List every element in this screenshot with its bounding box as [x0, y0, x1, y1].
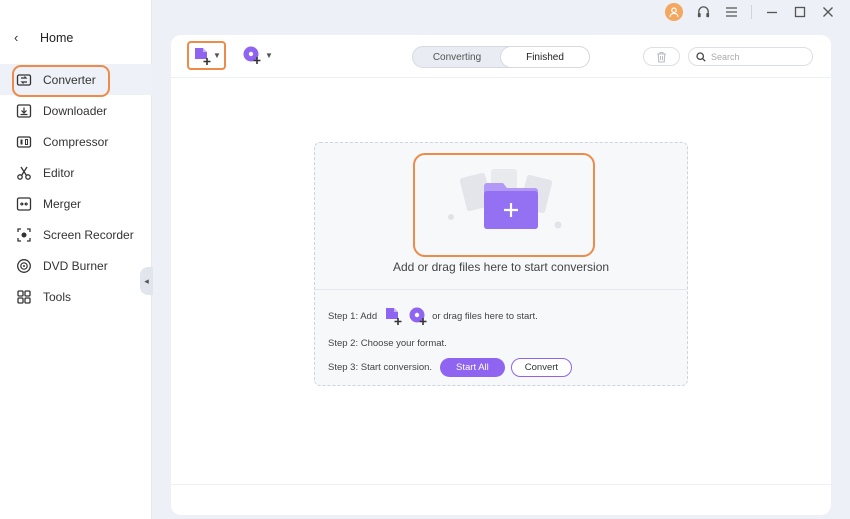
add-file-icon[interactable]	[383, 306, 403, 326]
screen-record-icon	[17, 227, 31, 242]
trash-icon	[657, 51, 666, 63]
start-all-button[interactable]: Start All	[440, 357, 505, 377]
tab-converting[interactable]: Converting	[413, 47, 501, 67]
tab-finished[interactable]: Finished	[501, 47, 589, 67]
home-link[interactable]: ‹ Home	[14, 30, 73, 45]
sidebar-nav: Converter Downloader Compressor Editor M…	[0, 64, 152, 312]
search-box[interactable]	[688, 47, 813, 66]
step-2: Step 2: Choose your format.	[328, 331, 572, 355]
sidebar-item-compressor[interactable]: Compressor	[0, 126, 152, 157]
sidebar-item-label: Converter	[43, 72, 96, 87]
minimize-icon[interactable]	[764, 4, 780, 20]
sidebar-item-dvd-burner[interactable]: DVD Burner	[0, 250, 152, 281]
drop-area-top: Add or drag files here to start conversi…	[315, 143, 687, 290]
step-3-text: Step 3: Start conversion.	[328, 361, 433, 373]
add-disc-icon	[243, 46, 261, 64]
step-2-text: Step 2: Choose your format.	[328, 337, 447, 349]
folder-add-icon	[448, 169, 562, 229]
main-panel: ▼ ▼ Converting Finished Search Add or dr…	[171, 35, 831, 515]
chevron-down-icon: ▼	[265, 50, 273, 60]
collapse-sidebar-button[interactable]: ◂	[140, 267, 153, 295]
back-arrow-icon: ‹	[14, 30, 19, 45]
maximize-icon[interactable]	[792, 4, 808, 20]
compress-icon	[16, 135, 32, 148]
step-1-prefix: Step 1: Add	[328, 310, 378, 322]
sidebar-item-label: Screen Recorder	[43, 227, 134, 242]
sidebar-item-label: Merger	[43, 196, 82, 211]
download-icon	[16, 103, 32, 118]
add-files-button[interactable]: ▼	[187, 41, 226, 70]
sidebar-item-converter[interactable]: Converter	[0, 64, 152, 97]
headset-icon[interactable]	[695, 4, 711, 20]
sidebar: ‹ Home Converter Downloader Compressor E…	[0, 0, 152, 519]
scissors-icon	[17, 166, 31, 180]
window-controls	[665, 3, 836, 21]
add-files-folder-button[interactable]	[413, 153, 595, 257]
status-tabs: Converting Finished	[412, 46, 590, 68]
sidebar-item-editor[interactable]: Editor	[0, 157, 152, 188]
grid-icon	[17, 289, 31, 304]
close-icon[interactable]	[820, 4, 836, 20]
toolbar: ▼ ▼ Converting Finished	[171, 35, 831, 78]
sidebar-item-label: DVD Burner	[43, 258, 108, 273]
step-1: Step 1: Add or drag files here to start.	[328, 301, 572, 331]
sidebar-item-tools[interactable]: Tools	[0, 281, 152, 312]
steps-guide: Step 1: Add or drag files here to start.…	[328, 301, 573, 379]
search-input[interactable]	[711, 51, 801, 62]
clear-list-button[interactable]	[643, 47, 680, 66]
sidebar-item-downloader[interactable]: Downloader	[0, 95, 152, 126]
disc-icon	[17, 258, 31, 273]
drop-instruction: Add or drag files here to start conversi…	[392, 260, 610, 274]
sidebar-item-label: Tools	[43, 289, 72, 304]
sidebar-item-merger[interactable]: Merger	[0, 188, 152, 219]
step-1-suffix: or drag files here to start.	[432, 310, 538, 322]
sidebar-item-screen-recorder[interactable]: Screen Recorder	[0, 219, 152, 250]
footer-divider	[171, 484, 831, 485]
add-dvd-button[interactable]: ▼	[242, 45, 273, 65]
chevron-left-icon: ◂	[144, 275, 149, 286]
sidebar-item-label: Compressor	[43, 134, 109, 149]
sidebar-item-label: Editor	[43, 165, 75, 180]
chevron-down-icon: ▼	[213, 51, 221, 60]
step-3: Step 3: Start conversion. Start All Conv…	[328, 355, 573, 379]
convert-button[interactable]: Convert	[510, 357, 573, 377]
drop-area[interactable]: Add or drag files here to start conversi…	[314, 142, 688, 386]
menu-icon[interactable]	[723, 4, 739, 20]
add-file-icon	[195, 47, 211, 65]
search-icon	[696, 51, 706, 62]
home-label: Home	[40, 30, 74, 45]
sidebar-item-label: Downloader	[43, 103, 108, 118]
user-icon[interactable]	[665, 3, 683, 21]
titlebar-divider	[751, 5, 752, 19]
converter-icon	[16, 73, 32, 86]
merge-icon	[16, 196, 32, 211]
add-disc-icon[interactable]	[408, 306, 428, 326]
